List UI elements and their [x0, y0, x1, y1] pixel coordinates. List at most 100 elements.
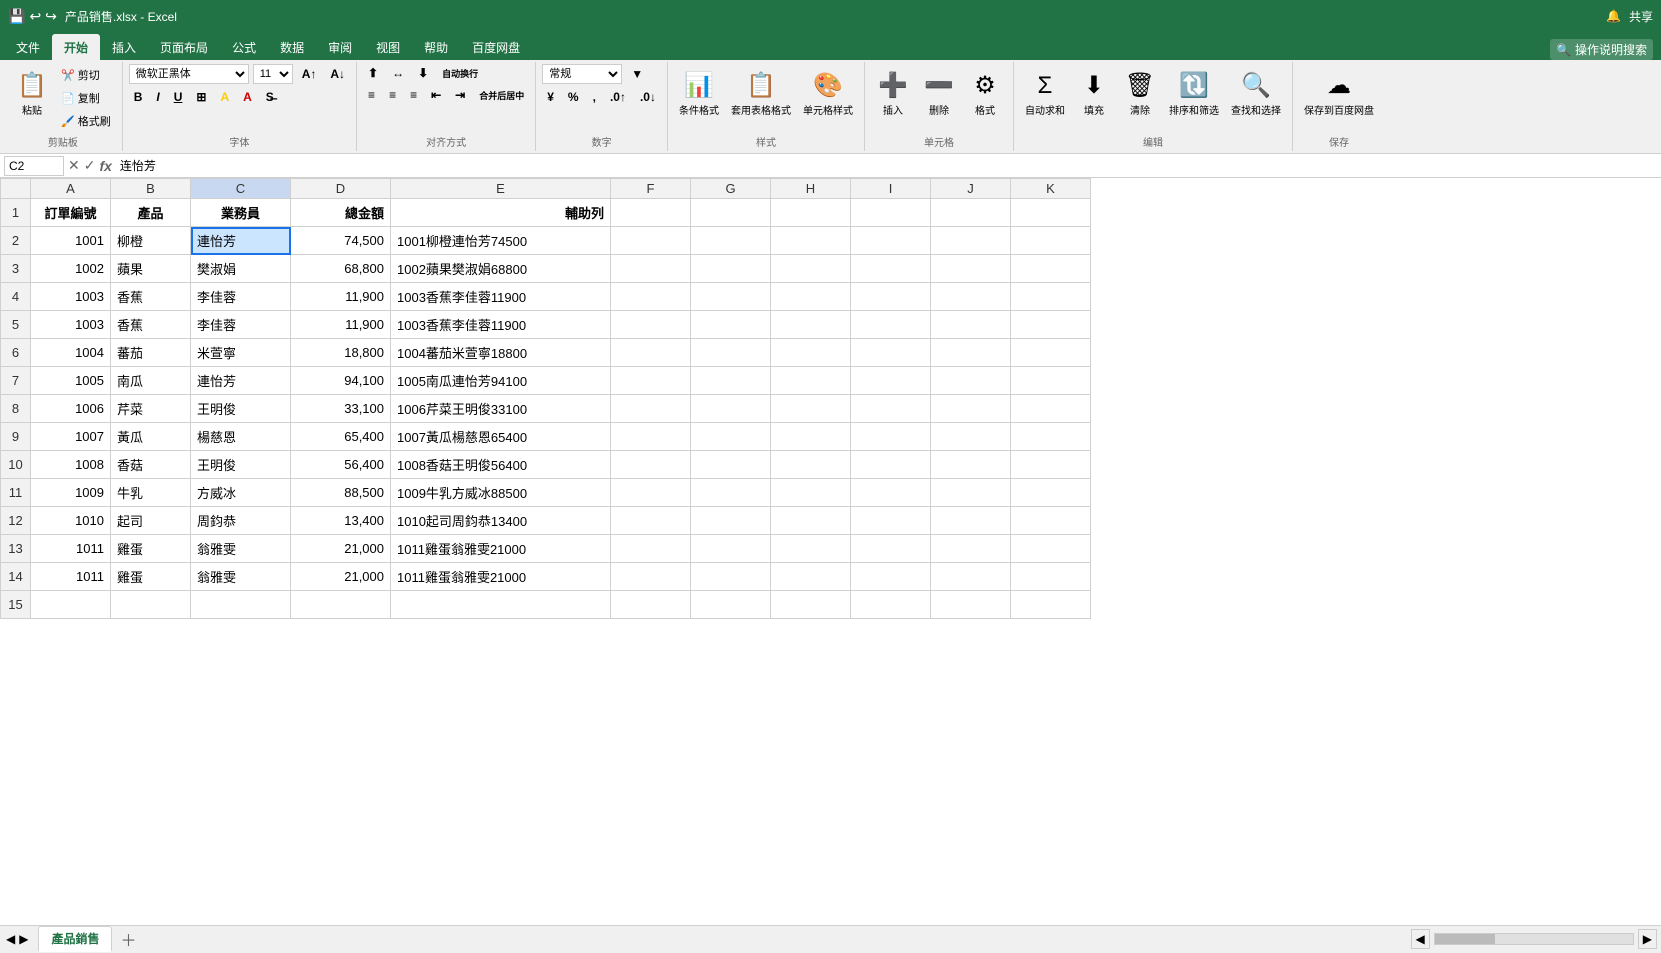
cell-I3[interactable]	[851, 255, 931, 283]
confirm-formula-icon[interactable]: ✓	[84, 157, 96, 174]
cell-I10[interactable]	[851, 451, 931, 479]
cell-F6[interactable]	[611, 339, 691, 367]
cell-G8[interactable]	[691, 395, 771, 423]
cell-K9[interactable]	[1011, 423, 1091, 451]
wrap-text-button[interactable]: 自动换行	[437, 65, 483, 82]
cell-J4[interactable]	[931, 283, 1011, 311]
font-name-select[interactable]: 微软正黑体	[129, 64, 249, 84]
cell-J10[interactable]	[931, 451, 1011, 479]
cell-G11[interactable]	[691, 479, 771, 507]
cell-G6[interactable]	[691, 339, 771, 367]
cell-I11[interactable]	[851, 479, 931, 507]
cell-H10[interactable]	[771, 451, 851, 479]
align-left-button[interactable]: ≡	[363, 86, 380, 104]
cell-K14[interactable]	[1011, 563, 1091, 591]
tab-file[interactable]: 文件	[4, 34, 52, 60]
tab-help[interactable]: 帮助	[412, 34, 460, 60]
cell-F1[interactable]	[611, 199, 691, 227]
cell-E15[interactable]	[391, 591, 611, 619]
add-sheet-button[interactable]: ＋	[114, 925, 142, 953]
align-center-button[interactable]: ≡	[384, 86, 401, 104]
cell-D1[interactable]: 總金額	[291, 199, 391, 227]
col-header-e[interactable]: E	[391, 179, 611, 199]
cell-I15[interactable]	[851, 591, 931, 619]
format-painter-button[interactable]: 🖌️ 格式刷	[56, 110, 116, 132]
cell-D6[interactable]: 18,800	[291, 339, 391, 367]
cell-C15[interactable]	[191, 591, 291, 619]
cell-B6[interactable]: 蕃茄	[111, 339, 191, 367]
cell-E13[interactable]: 1011雞蛋翁雅雯21000	[391, 535, 611, 563]
cell-C3[interactable]: 樊淑娟	[191, 255, 291, 283]
cell-D13[interactable]: 21,000	[291, 535, 391, 563]
cell-A3[interactable]: 1002	[31, 255, 111, 283]
tab-scroll-right-icon[interactable]: ▶	[17, 930, 30, 948]
cell-B5[interactable]: 香蕉	[111, 311, 191, 339]
cell-reference-box[interactable]	[4, 156, 64, 176]
decrease-decimal-button[interactable]: .0↓	[635, 88, 661, 106]
cell-H13[interactable]	[771, 535, 851, 563]
align-bottom-button[interactable]: ⬇	[413, 64, 433, 82]
sheet-tab-product-sales[interactable]: 產品銷售	[38, 926, 112, 952]
cell-K10[interactable]	[1011, 451, 1091, 479]
cell-A6[interactable]: 1004	[31, 339, 111, 367]
cell-C5[interactable]: 李佳蓉	[191, 311, 291, 339]
strikethrough-button[interactable]: S̶	[261, 88, 279, 106]
cell-E9[interactable]: 1007黃瓜楊慈恩65400	[391, 423, 611, 451]
tab-scroll-left-icon[interactable]: ◀	[4, 930, 17, 948]
cell-K13[interactable]	[1011, 535, 1091, 563]
cell-C13[interactable]: 翁雅雯	[191, 535, 291, 563]
share-button[interactable]: 共享	[1629, 8, 1653, 25]
cell-G13[interactable]	[691, 535, 771, 563]
tab-view[interactable]: 视图	[364, 34, 412, 60]
cell-B3[interactable]: 蘋果	[111, 255, 191, 283]
cancel-formula-icon[interactable]: ✕	[68, 157, 80, 174]
row-header-5[interactable]: 5	[1, 311, 31, 339]
currency-button[interactable]: ¥	[542, 88, 559, 106]
cell-C6[interactable]: 米萱寧	[191, 339, 291, 367]
tab-insert[interactable]: 插入	[100, 34, 148, 60]
cell-A13[interactable]: 1011	[31, 535, 111, 563]
cell-F3[interactable]	[611, 255, 691, 283]
cell-H6[interactable]	[771, 339, 851, 367]
cell-B11[interactable]: 牛乳	[111, 479, 191, 507]
cell-C14[interactable]: 翁雅雯	[191, 563, 291, 591]
cell-styles-button[interactable]: 🎨 单元格样式	[798, 64, 858, 124]
cell-C11[interactable]: 方威冰	[191, 479, 291, 507]
cell-J8[interactable]	[931, 395, 1011, 423]
insert-function-icon[interactable]: fx	[99, 158, 111, 174]
cell-I4[interactable]	[851, 283, 931, 311]
cell-J12[interactable]	[931, 507, 1011, 535]
cell-C9[interactable]: 楊慈恩	[191, 423, 291, 451]
cell-G3[interactable]	[691, 255, 771, 283]
col-header-h[interactable]: H	[771, 179, 851, 199]
cell-E7[interactable]: 1005南瓜連怡芳94100	[391, 367, 611, 395]
cell-A7[interactable]: 1005	[31, 367, 111, 395]
cell-H1[interactable]	[771, 199, 851, 227]
cell-A9[interactable]: 1007	[31, 423, 111, 451]
row-header-15[interactable]: 15	[1, 591, 31, 619]
cell-D11[interactable]: 88,500	[291, 479, 391, 507]
cell-H2[interactable]	[771, 227, 851, 255]
cell-J3[interactable]	[931, 255, 1011, 283]
cell-K5[interactable]	[1011, 311, 1091, 339]
sheet-area[interactable]: A B C D E F G H I J K 1訂單編號產品業務員總金額輔助列21…	[0, 178, 1661, 925]
row-header-13[interactable]: 13	[1, 535, 31, 563]
cell-J7[interactable]	[931, 367, 1011, 395]
row-header-9[interactable]: 9	[1, 423, 31, 451]
notification-icon[interactable]: 🔔	[1606, 9, 1621, 23]
col-header-c[interactable]: C	[191, 179, 291, 199]
cell-K6[interactable]	[1011, 339, 1091, 367]
cell-D3[interactable]: 68,800	[291, 255, 391, 283]
cell-I13[interactable]	[851, 535, 931, 563]
cell-K12[interactable]	[1011, 507, 1091, 535]
italic-button[interactable]: I	[151, 88, 164, 106]
row-header-8[interactable]: 8	[1, 395, 31, 423]
table-format-button[interactable]: 📋 套用表格格式	[726, 64, 796, 124]
redo-icon[interactable]: ↪	[45, 8, 57, 25]
cell-B15[interactable]	[111, 591, 191, 619]
scroll-right-icon[interactable]: ▶	[1638, 929, 1657, 949]
cell-D8[interactable]: 33,100	[291, 395, 391, 423]
increase-indent-button[interactable]: ⇥	[450, 86, 470, 104]
cell-D4[interactable]: 11,900	[291, 283, 391, 311]
cell-I2[interactable]	[851, 227, 931, 255]
